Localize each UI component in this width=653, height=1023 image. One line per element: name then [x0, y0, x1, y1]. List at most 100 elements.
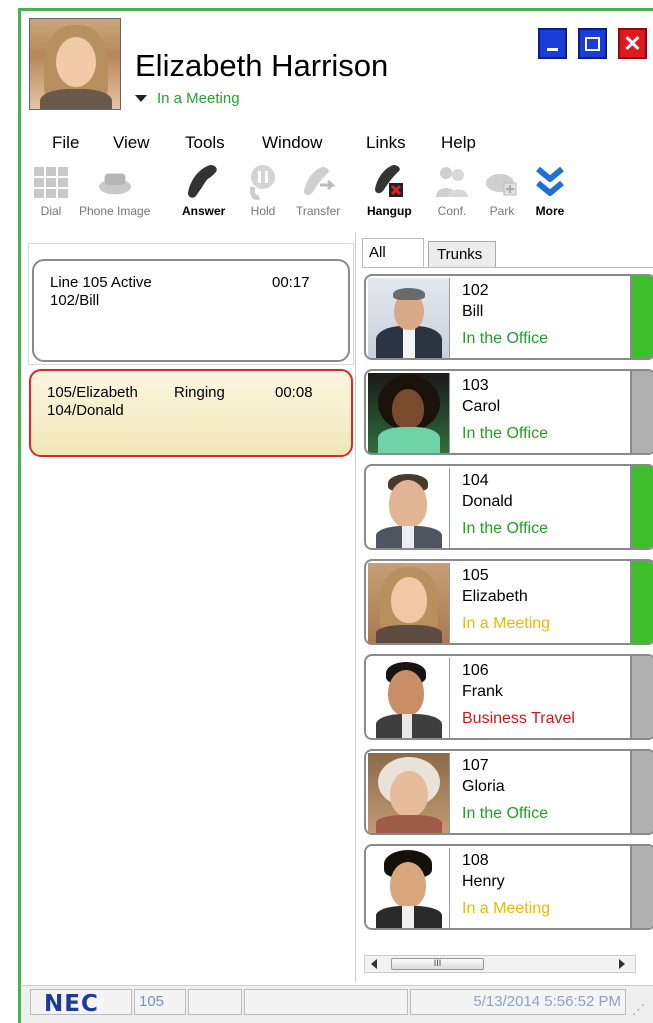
- caret-down-icon[interactable]: [135, 95, 147, 102]
- contact-photo: [368, 753, 450, 833]
- scroll-left-arrow-icon[interactable]: [371, 959, 377, 969]
- toolbar-transfer-button[interactable]: Transfer: [296, 162, 340, 218]
- toolbar-hangup-button[interactable]: Hangup: [367, 162, 412, 218]
- contact-extension: 106: [462, 662, 489, 679]
- contact-status: In the Office: [462, 805, 548, 822]
- contact-extension: 103: [462, 377, 489, 394]
- menu-file[interactable]: File: [52, 133, 79, 153]
- presence-indicator: [630, 751, 653, 833]
- minimize-button[interactable]: [538, 28, 567, 59]
- contact-extension: 102: [462, 282, 489, 299]
- toolbar-conference-button[interactable]: Conf.: [434, 162, 470, 218]
- toolbar-label: Transfer: [296, 204, 341, 218]
- toolbar-label: Conf.: [437, 204, 467, 218]
- horizontal-scrollbar[interactable]: III: [364, 955, 636, 973]
- call-line-label: Line 105 Active: [50, 274, 152, 291]
- call-duration: 00:17: [272, 274, 310, 291]
- contact-photo: [368, 848, 450, 928]
- contact-card-107[interactable]: 107 Gloria In the Office: [364, 749, 653, 835]
- toolbar-label: Phone Image: [79, 204, 151, 218]
- menu-tools[interactable]: Tools: [185, 133, 225, 153]
- call-party: 104/Donald: [47, 402, 124, 419]
- close-icon: ✕: [623, 30, 642, 56]
- presence-selector[interactable]: In a Meeting: [135, 90, 240, 107]
- transfer-icon: [300, 162, 336, 202]
- contact-card-108[interactable]: 108 Henry In a Meeting: [364, 844, 653, 930]
- call-caller: 105/Elizabeth: [47, 384, 138, 401]
- menu-window[interactable]: Window: [262, 133, 322, 153]
- call-party: 102/Bill: [50, 292, 100, 309]
- presence-indicator: [630, 466, 653, 548]
- minimize-icon: [547, 48, 558, 51]
- presence-indicator: [630, 846, 653, 928]
- menu-view[interactable]: View: [113, 133, 150, 153]
- menu-links[interactable]: Links: [366, 133, 406, 153]
- park-icon: [484, 162, 520, 202]
- contact-name: Elizabeth: [462, 588, 528, 605]
- contact-card-106[interactable]: 106 Frank Business Travel: [364, 654, 653, 740]
- contact-name: Henry: [462, 873, 505, 890]
- contact-status: In the Office: [462, 520, 548, 537]
- contact-name: Bill: [462, 303, 484, 320]
- contact-photo: [368, 468, 450, 548]
- status-cell-empty: [188, 989, 242, 1015]
- presence-indicator: [630, 371, 653, 453]
- hangup-icon: [371, 162, 407, 202]
- toolbar-park-button[interactable]: Park: [484, 162, 520, 218]
- contact-status: In a Meeting: [462, 615, 551, 632]
- contact-card-105[interactable]: 105 Elizabeth In a Meeting: [364, 559, 653, 645]
- toolbar-label: Hold: [250, 204, 276, 218]
- scroll-right-arrow-icon[interactable]: [619, 959, 625, 969]
- scroll-thumb[interactable]: III: [391, 958, 484, 970]
- call-item-active[interactable]: Line 105 Active 00:17 102/Bill: [32, 259, 350, 362]
- call-duration: 00:08: [275, 384, 313, 401]
- status-extension: 105: [134, 989, 186, 1015]
- contact-extension: 104: [462, 472, 489, 489]
- toolbar-label: Hangup: [367, 204, 412, 218]
- toolbar-hold-button[interactable]: Hold: [245, 162, 281, 218]
- toolbar-answer-button[interactable]: Answer: [182, 162, 225, 218]
- contact-card-103[interactable]: 103 Carol In the Office: [364, 369, 653, 455]
- user-avatar: [29, 18, 121, 110]
- call-item-ringing[interactable]: 105/Elizabeth Ringing 00:08 104/Donald: [29, 369, 353, 457]
- contact-photo: [368, 563, 450, 643]
- contact-status: In a Meeting: [462, 900, 551, 917]
- contact-extension: 107: [462, 757, 489, 774]
- phone-image-icon: [97, 162, 133, 202]
- toolbar-dial-button[interactable]: Dial: [33, 162, 69, 218]
- toolbar-more-button[interactable]: More: [532, 162, 568, 218]
- menu-help[interactable]: Help: [441, 133, 476, 153]
- contact-name: Frank: [462, 683, 503, 700]
- dialpad-icon: [33, 162, 69, 202]
- resize-grip-icon[interactable]: ⋰: [632, 1002, 645, 1018]
- conference-icon: [434, 162, 470, 202]
- contact-name: Donald: [462, 493, 513, 510]
- contact-card-102[interactable]: 102 Bill In the Office: [364, 274, 653, 360]
- contact-status: In the Office: [462, 330, 548, 347]
- contact-photo: [368, 278, 450, 358]
- hold-icon: [245, 162, 281, 202]
- nec-logo: NEC: [44, 991, 99, 1017]
- contact-name: Gloria: [462, 778, 505, 795]
- call-state: Ringing: [174, 384, 225, 401]
- maximize-button[interactable]: [578, 28, 607, 59]
- toolbar-label: Park: [489, 204, 515, 218]
- contact-photo: [368, 658, 450, 738]
- presence-status[interactable]: In a Meeting: [157, 90, 240, 107]
- status-datetime: 5/13/2014 5:56:52 PM: [410, 989, 626, 1015]
- tab-divider: [362, 267, 653, 268]
- answer-phone-icon: [186, 162, 222, 202]
- contact-extension: 105: [462, 567, 489, 584]
- toolbar-label: Dial: [40, 204, 62, 218]
- tab-all[interactable]: All: [362, 238, 424, 268]
- presence-indicator: [630, 276, 653, 358]
- toolbar-label: Answer: [182, 204, 226, 218]
- maximize-icon: [585, 36, 600, 51]
- double-chevron-down-icon: [532, 162, 568, 202]
- tab-trunks[interactable]: Trunks: [428, 241, 496, 268]
- contact-card-104[interactable]: 104 Donald In the Office: [364, 464, 653, 550]
- toolbar-phone-image-button[interactable]: Phone Image: [79, 162, 150, 218]
- toolbar-label: More: [535, 204, 565, 218]
- presence-indicator: [630, 561, 653, 643]
- close-button[interactable]: ✕: [618, 28, 647, 59]
